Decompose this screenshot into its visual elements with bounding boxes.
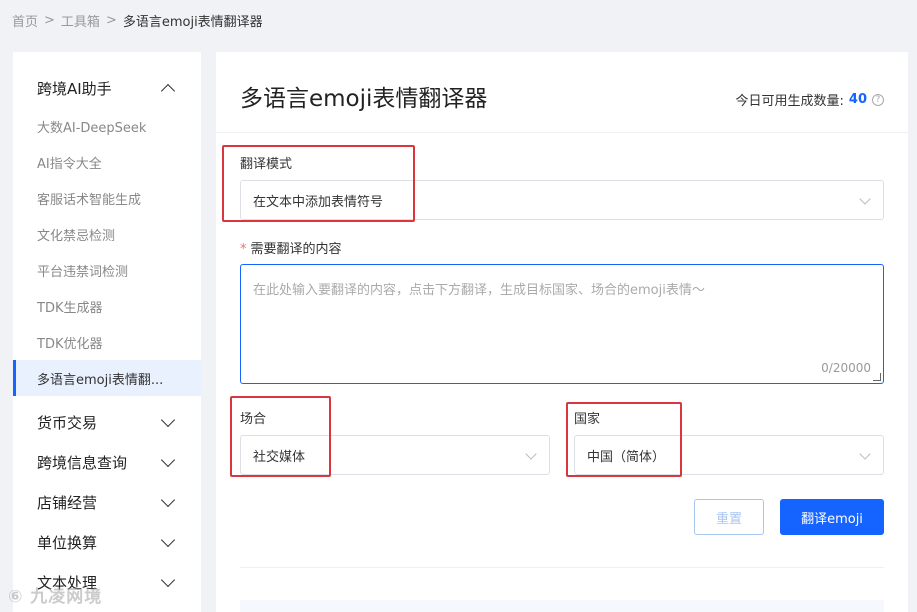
chevron-down-icon	[160, 412, 176, 428]
char-counter: 0/20000	[821, 361, 871, 375]
required-mark: *	[240, 242, 247, 257]
mode-select-value: 在文本中添加表情符号	[253, 194, 384, 210]
content-label-text: 需要翻译的内容	[250, 242, 342, 257]
sidebar-group-ai-assistant[interactable]: 跨境AI助手	[13, 68, 201, 108]
sidebar-group-store-operation[interactable]: 店铺经营	[13, 482, 201, 522]
mode-select[interactable]: 在文本中添加表情符号	[240, 180, 884, 220]
sidebar-item-ai-prompts[interactable]: AI指令大全	[13, 144, 201, 180]
chevron-down-icon	[859, 448, 871, 460]
scene-select[interactable]: 社交媒体	[240, 435, 550, 475]
quota-label: 今日可用生成数量:	[735, 94, 844, 109]
divider	[216, 132, 908, 133]
translate-button[interactable]: 翻译emoji	[780, 499, 884, 535]
breadcrumb: 首页 > 工具箱 > 多语言emoji表情翻译器	[12, 11, 263, 30]
sidebar-group-unit-conversion[interactable]: 单位换算	[13, 522, 201, 562]
chevron-down-icon	[160, 452, 176, 468]
watermark-logo: ⑥ 九凌网境	[8, 587, 103, 607]
result-area	[240, 600, 884, 612]
country-select[interactable]: 中国（简体）	[574, 435, 884, 475]
breadcrumb-home[interactable]: 首页	[12, 11, 38, 30]
chevron-down-icon	[160, 492, 176, 508]
chevron-down-icon	[525, 448, 537, 460]
sidebar-group-cross-border-info[interactable]: 跨境信息查询	[13, 442, 201, 482]
quota-value: 40	[848, 92, 867, 107]
content-label: * 需要翻译的内容	[240, 238, 342, 257]
chevron-down-icon	[160, 572, 176, 588]
page-title: 多语言emoji表情翻译器	[240, 86, 488, 112]
sidebar-item-banned-words[interactable]: 平台违禁词检测	[13, 252, 201, 288]
chevron-up-icon	[160, 83, 176, 99]
content-placeholder: 在此处输入要翻译的内容，点击下方翻译，生成目标国家、场合的emoji表情～	[253, 283, 705, 298]
sidebar-group-label: 跨境AI助手	[37, 79, 112, 98]
resize-handle[interactable]	[873, 373, 881, 381]
sidebar-group-label: 跨境信息查询	[37, 453, 128, 472]
sidebar: 跨境AI助手 大数AI-DeepSeek AI指令大全 客服话术智能生成 文化禁…	[13, 52, 201, 612]
main-panel: 多语言emoji表情翻译器 今日可用生成数量: 40 ? 翻译模式 在文本中添加…	[216, 52, 908, 612]
breadcrumb-current: 多语言emoji表情翻译器	[122, 15, 263, 30]
sidebar-group-label: 单位换算	[37, 533, 98, 552]
scene-select-value: 社交媒体	[253, 449, 306, 465]
divider	[240, 567, 884, 568]
sidebar-item-emoji-translator[interactable]: 多语言emoji表情翻...	[13, 360, 201, 396]
country-label: 国家	[574, 412, 601, 427]
sidebar-item-deepseek[interactable]: 大数AI-DeepSeek	[13, 108, 201, 144]
quota-info: 今日可用生成数量: 40 ?	[736, 90, 884, 109]
mode-label: 翻译模式	[240, 157, 293, 172]
sidebar-item-culture-taboo[interactable]: 文化禁忌检测	[13, 216, 201, 252]
content-textarea[interactable]: 在此处输入要翻译的内容，点击下方翻译，生成目标国家、场合的emoji表情～ 0/…	[240, 264, 884, 384]
chevron-down-icon	[859, 193, 871, 205]
scene-label: 场合	[240, 412, 267, 427]
sidebar-group-label: 店铺经营	[37, 493, 98, 512]
sidebar-item-tdk-generator[interactable]: TDK生成器	[13, 288, 201, 324]
breadcrumb-toolbox[interactable]: 工具箱	[61, 11, 100, 30]
sidebar-item-service-script[interactable]: 客服话术智能生成	[13, 180, 201, 216]
country-select-value: 中国（简体）	[587, 449, 666, 465]
breadcrumb-separator: >	[44, 13, 55, 28]
breadcrumb-separator: >	[105, 13, 117, 28]
help-icon[interactable]: ?	[872, 93, 884, 106]
sidebar-group-label: 货币交易	[37, 413, 98, 432]
sidebar-group-currency[interactable]: 货币交易	[13, 402, 201, 442]
reset-button[interactable]: 重置	[694, 499, 764, 535]
sidebar-item-tdk-optimizer[interactable]: TDK优化器	[13, 324, 201, 360]
chevron-down-icon	[160, 532, 176, 548]
